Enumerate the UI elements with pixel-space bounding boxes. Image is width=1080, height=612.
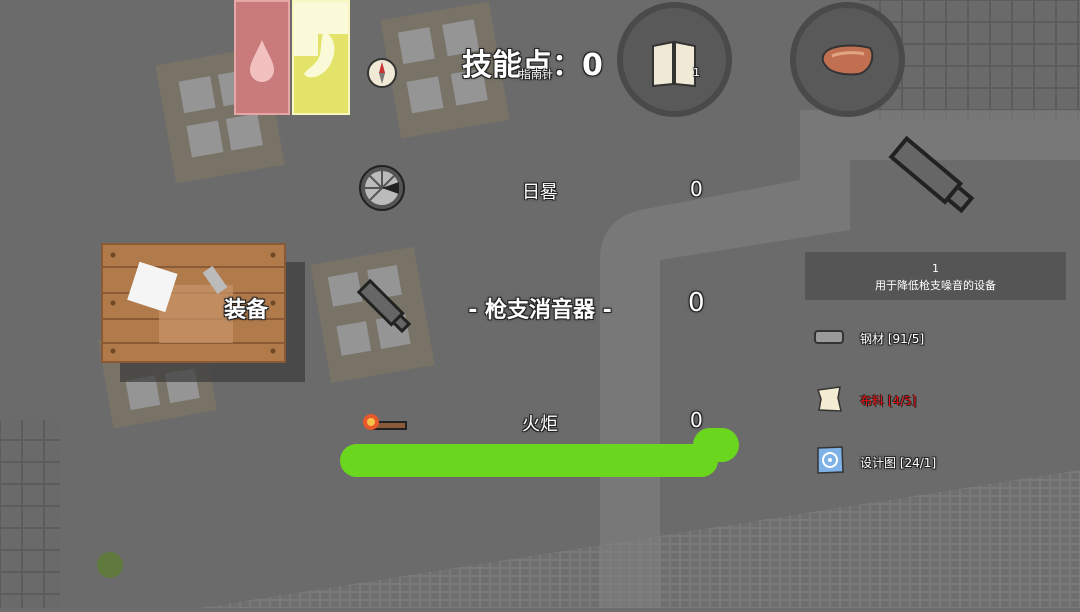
material-label-insufficient: 布料 [4/5] (860, 394, 917, 408)
material-label: 设计图 [24/1] (860, 456, 937, 470)
cloth-icon (814, 384, 844, 414)
book-count: 1 (693, 66, 700, 79)
equipment-label: 装备 (224, 298, 269, 323)
craft-item-count: 0 (690, 177, 703, 201)
craft-item-count-selected: 0 (688, 288, 705, 318)
torch-slot[interactable] (358, 402, 408, 438)
blueprint-icon (814, 444, 846, 476)
bush-icon (97, 552, 123, 578)
silencer-slot[interactable] (350, 272, 420, 342)
sundial-slot[interactable] (358, 164, 406, 212)
hunger-indicator (292, 0, 350, 115)
steel-bar-icon (814, 330, 844, 344)
material-label: 钢材 [91/5] (860, 332, 925, 346)
item-description-panel: 1 用于降低枪支噪音的设备 (805, 252, 1066, 300)
compass-icon (367, 58, 397, 88)
compass-button[interactable] (366, 57, 398, 89)
health-indicator (234, 0, 290, 115)
torch-icon (363, 414, 407, 430)
craft-item-name: 日晷 (522, 182, 558, 203)
compass-caption: 指南针 (520, 68, 553, 81)
progress-bar-end-cap (693, 428, 739, 462)
craft-item-name: 火炬 (522, 414, 558, 435)
silencer-preview-icon (888, 135, 975, 214)
item-preview (880, 128, 990, 228)
craft-item-count: 0 (690, 408, 703, 432)
craft-item-name-selected: - 枪支消音器 - (468, 298, 612, 323)
material-blueprint-row: 设计图 [24/1] (812, 444, 1012, 476)
blood-drop-icon (250, 40, 274, 82)
meat-icon (821, 44, 874, 76)
stomach-icon (294, 2, 348, 78)
material-steel-row: 钢材 [91/5] (812, 324, 1012, 352)
journal-button[interactable] (617, 2, 732, 117)
item-quantity: 1 (932, 262, 939, 275)
book-icon (652, 40, 696, 88)
sundial-icon (359, 165, 405, 211)
food-button[interactable] (790, 2, 905, 117)
crafting-progress-bar (340, 444, 718, 477)
item-description: 用于降低枪支噪音的设备 (875, 279, 996, 292)
silencer-icon (356, 278, 412, 334)
material-cloth-row: 布料 [4/5] (812, 382, 1012, 416)
